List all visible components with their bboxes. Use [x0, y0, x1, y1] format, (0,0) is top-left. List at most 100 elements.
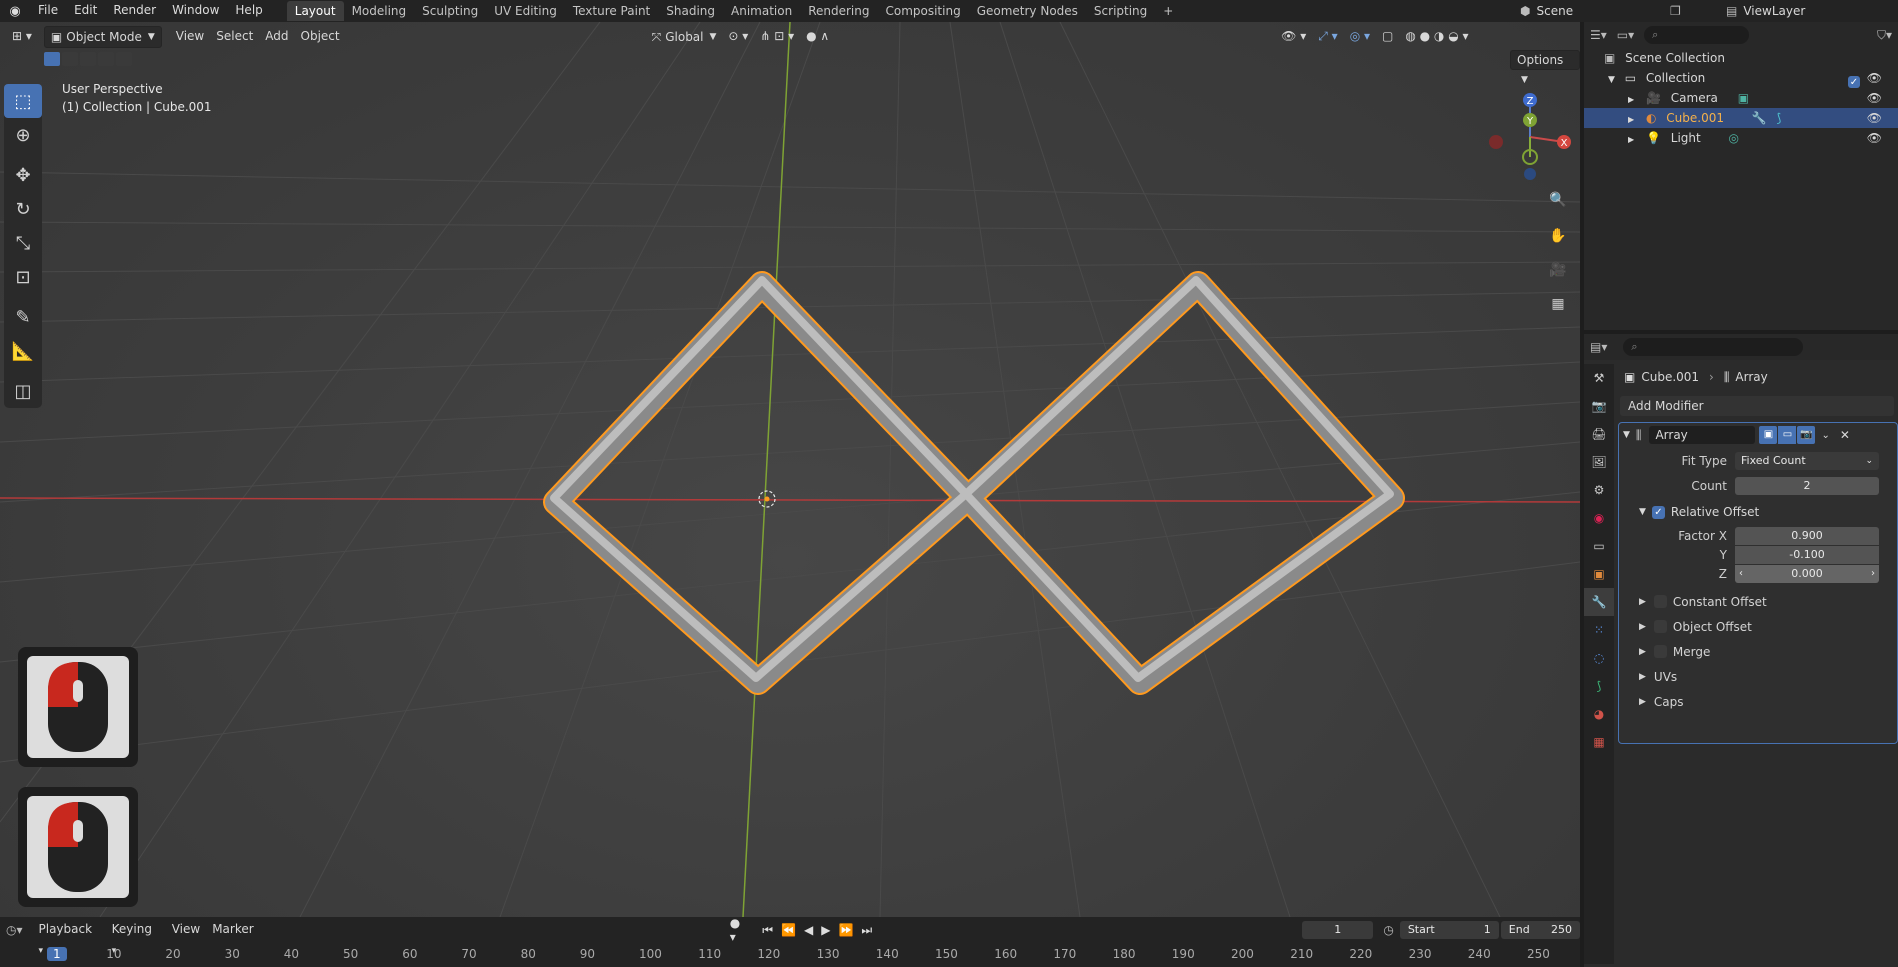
- tab-uv-editing[interactable]: UV Editing: [486, 1, 565, 21]
- subpanel-uvs[interactable]: ▶ UVs: [1639, 664, 1889, 689]
- subpanel-caps[interactable]: ▶ Caps: [1639, 689, 1889, 714]
- collection-tab-icon[interactable]: ▭: [1584, 532, 1614, 560]
- tool-tab-icon[interactable]: ⚒: [1584, 364, 1614, 392]
- tab-sculpting[interactable]: Sculpting: [414, 1, 486, 21]
- menu-edit[interactable]: Edit: [66, 0, 105, 22]
- select-intersect-icon[interactable]: [116, 52, 132, 66]
- viewport-menu-select[interactable]: Select: [210, 26, 259, 48]
- render-toggle-icon[interactable]: 📷: [1797, 426, 1816, 444]
- blender-logo-icon[interactable]: ◉: [0, 0, 30, 22]
- fit-type-dropdown[interactable]: Fixed Count ⌄: [1735, 452, 1879, 470]
- frame-ruler[interactable]: 1 10 20 30 40 50 60 70 80 90 100 110 120 130 140 150 160…: [0, 917, 1580, 967]
- particles-tab-icon[interactable]: ⁙: [1584, 616, 1614, 644]
- scene-copy-icon[interactable]: ❐: [1670, 0, 1681, 22]
- material-tab-icon[interactable]: ◕: [1584, 700, 1614, 728]
- viewport-menu-object[interactable]: Object: [295, 26, 346, 48]
- tab-layout[interactable]: Layout: [286, 1, 344, 21]
- outliner-search-input[interactable]: ⌕: [1644, 26, 1750, 44]
- shading-modes-icon[interactable]: ◍ ● ◑ ◒ ▾: [1399, 26, 1474, 48]
- 3d-viewport[interactable]: ⊞ ▾ ▣ Object Mode ▼ View Select Add Obje…: [0, 22, 1580, 917]
- select-subtract-icon[interactable]: [80, 52, 96, 66]
- physics-tab-icon[interactable]: ◌: [1584, 644, 1614, 672]
- factor-z-field[interactable]: ‹ 0.000 ›: [1735, 565, 1879, 583]
- add-modifier-button[interactable]: Add Modifier: [1620, 396, 1894, 416]
- decrement-icon[interactable]: ‹: [1739, 565, 1743, 583]
- relative-offset-header[interactable]: ▼ ✓ Relative Offset: [1639, 502, 1759, 522]
- eye-icon[interactable]: 👁: [1867, 88, 1882, 108]
- scale-tool-icon[interactable]: ⤡: [4, 226, 42, 260]
- cursor-tool-icon[interactable]: ⊕: [4, 118, 42, 152]
- add-cube-tool-icon[interactable]: ◫: [4, 374, 42, 408]
- pivot-point-icon[interactable]: ⊙ ▾: [722, 26, 754, 48]
- select-extend-icon[interactable]: [62, 52, 78, 66]
- object-offset-checkbox[interactable]: [1653, 620, 1667, 633]
- relative-offset-checkbox[interactable]: ✓: [1651, 505, 1665, 519]
- outliner-item-cube001[interactable]: ▶ ◐ Cube.001 🔧 ⟆ 👁: [1584, 108, 1898, 128]
- editmode-toggle-icon[interactable]: ▣: [1759, 426, 1778, 444]
- tab-shading[interactable]: Shading: [658, 1, 723, 21]
- snap-icon[interactable]: ⋔ ⊡ ▾: [754, 26, 800, 48]
- merge-checkbox[interactable]: [1653, 645, 1667, 658]
- output-tab-icon[interactable]: 🖨: [1584, 420, 1614, 448]
- editor-type-icon[interactable]: ▤▾: [1590, 340, 1607, 354]
- pan-hand-icon[interactable]: ✋: [1545, 223, 1571, 249]
- expand-icon[interactable]: ▶: [1628, 95, 1634, 104]
- tab-geometry-nodes[interactable]: Geometry Nodes: [969, 1, 1086, 21]
- subpanel-merge[interactable]: ▶ Merge: [1639, 639, 1889, 664]
- select-invert-icon[interactable]: [98, 52, 114, 66]
- camera-view-icon[interactable]: 🎥: [1545, 257, 1571, 283]
- viewport-toggle-icon[interactable]: ▭: [1778, 426, 1797, 444]
- expand-icon[interactable]: ▶: [1628, 135, 1634, 144]
- close-icon[interactable]: ✕: [1840, 428, 1850, 442]
- cube-array-object[interactable]: [543, 271, 1405, 695]
- proportional-editing-icon[interactable]: ● ∧: [800, 26, 835, 48]
- factor-x-field[interactable]: 0.900: [1735, 527, 1879, 545]
- collapse-icon[interactable]: ▼: [1608, 75, 1615, 85]
- select-new-icon[interactable]: [44, 52, 60, 66]
- count-field[interactable]: 2: [1735, 477, 1879, 495]
- eye-icon[interactable]: 👁: [1867, 108, 1882, 128]
- render-tab-icon[interactable]: 📷: [1584, 392, 1614, 420]
- increment-icon[interactable]: ›: [1871, 565, 1875, 583]
- properties-search-input[interactable]: ⌕: [1623, 338, 1804, 356]
- scene-tab-icon[interactable]: ⚙: [1584, 476, 1614, 504]
- world-tab-icon[interactable]: ◉: [1584, 504, 1614, 532]
- filter-icon[interactable]: ⛉▾: [1877, 28, 1892, 43]
- menu-help[interactable]: Help: [227, 0, 270, 22]
- overlay-toggle-icon[interactable]: ◎ ▾: [1344, 26, 1376, 48]
- select-box-tool-icon[interactable]: ⬚: [4, 84, 42, 118]
- viewlayer-selector[interactable]: ▤ ViewLayer: [1726, 0, 1805, 22]
- expand-icon[interactable]: ▶: [1639, 697, 1646, 707]
- viewport-menu-add[interactable]: Add: [259, 26, 294, 48]
- collapse-icon[interactable]: ▼: [1639, 507, 1646, 517]
- view-layer-tab-icon[interactable]: 🖼: [1584, 448, 1614, 476]
- zoom-icon[interactable]: 🔍: [1545, 187, 1571, 213]
- scene-selector[interactable]: ⬢ Scene: [1520, 0, 1573, 22]
- eye-icon[interactable]: 👁: [1867, 68, 1882, 88]
- tab-modeling[interactable]: Modeling: [344, 1, 415, 21]
- tab-texture-paint[interactable]: Texture Paint: [565, 1, 658, 21]
- factor-y-field[interactable]: -0.100: [1735, 546, 1879, 564]
- collapse-icon[interactable]: ▼: [1623, 430, 1630, 440]
- outliner-collection[interactable]: ▼ ▭ Collection ✓ 👁: [1584, 68, 1898, 88]
- object-tab-icon[interactable]: ▣: [1584, 560, 1614, 588]
- expand-icon[interactable]: ▶: [1639, 647, 1646, 657]
- perspective-toggle-icon[interactable]: ▦: [1545, 291, 1571, 317]
- move-tool-icon[interactable]: ✥: [4, 158, 42, 192]
- eye-icon[interactable]: 👁: [1867, 128, 1882, 148]
- menu-render[interactable]: Render: [105, 0, 164, 22]
- chevron-down-icon[interactable]: ⌄: [1821, 430, 1829, 441]
- expand-icon[interactable]: ▶: [1639, 622, 1646, 632]
- transform-orientation-dropdown[interactable]: ⤧ Global ▼: [646, 26, 723, 48]
- visibility-icon[interactable]: 👁 ▾: [1275, 26, 1312, 48]
- add-workspace-icon[interactable]: +: [1155, 1, 1181, 21]
- data-tab-icon[interactable]: ⟆: [1584, 672, 1614, 700]
- outliner-scene-collection[interactable]: ▣ Scene Collection: [1584, 48, 1898, 68]
- tab-scripting[interactable]: Scripting: [1086, 1, 1155, 21]
- constant-offset-checkbox[interactable]: [1653, 595, 1667, 608]
- expand-icon[interactable]: ▶: [1628, 115, 1634, 124]
- xray-toggle-icon[interactable]: ▢: [1376, 26, 1399, 48]
- tab-animation[interactable]: Animation: [723, 1, 800, 21]
- expand-icon[interactable]: ▶: [1639, 597, 1646, 607]
- tab-compositing[interactable]: Compositing: [877, 1, 968, 21]
